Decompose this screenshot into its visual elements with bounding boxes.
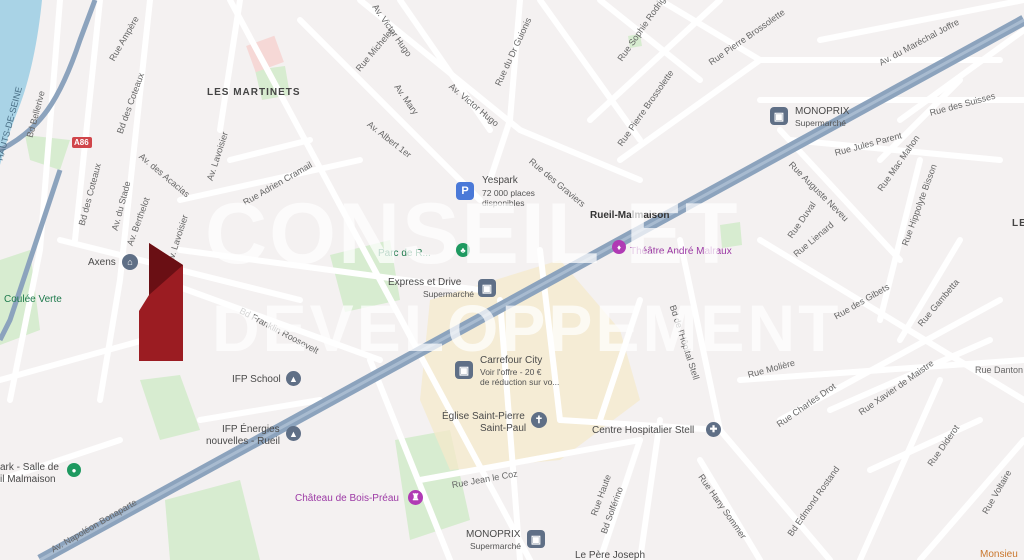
watermark-line2: DEVELOPPEMENT [212, 291, 842, 365]
shopping-cart-icon[interactable]: ▣ [527, 530, 545, 548]
poi-pere-joseph[interactable]: Le Père Joseph [575, 550, 645, 560]
poi-monoprix-top-sub: Supermarché [795, 118, 847, 128]
poi-chateau[interactable]: Château de Bois-Préau [295, 493, 399, 504]
poi-monsieur[interactable]: Monsieu [980, 549, 1018, 560]
park-area [165, 480, 260, 560]
poi-monoprix-top-name[interactable]: MONOPRIX [795, 106, 849, 117]
poi-eglise-2: Saint-Paul [480, 423, 527, 434]
watermark-line1: CONSEIL ET [205, 186, 740, 282]
poi-monoprix-bottom-name[interactable]: MONOPRIX [466, 529, 520, 540]
church-icon[interactable]: ✝ [531, 412, 547, 428]
poi-centre-hospitalier[interactable]: Centre Hospitalier Stell [592, 425, 694, 436]
poi-carrefour-sub2: de réduction sur vo... [480, 377, 560, 387]
poi-monoprix-bottom-sub: Supermarché [470, 541, 522, 551]
poi-axens-name[interactable]: Axens [88, 257, 116, 268]
poi-ifp-school[interactable]: IFP School [232, 374, 281, 385]
district-les-martinets: LES MARTINETS [207, 87, 301, 98]
school-icon[interactable]: ▲ [286, 371, 301, 386]
castle-icon[interactable]: ♜ [408, 490, 423, 505]
park-area [140, 375, 200, 440]
map-canvas[interactable]: A86 LES MARTINETS LE Rue Ampère Bd des C… [0, 0, 1024, 560]
hospital-icon[interactable]: ✚ [706, 422, 721, 437]
school-icon[interactable]: ▲ [286, 426, 301, 441]
poi-parc-salle-2: il Malmaison [0, 474, 56, 485]
district-partial: LE [1012, 218, 1024, 229]
shopping-cart-icon[interactable]: ▣ [770, 107, 788, 125]
poi-parc-salle-1[interactable]: ark - Salle de [0, 462, 59, 473]
logo-mark [139, 203, 183, 361]
poi-ifp-energies-1[interactable]: IFP Énergies [222, 424, 280, 435]
poi-coulee-verte[interactable]: Coulée Verte [4, 294, 62, 305]
street-label: Rue Danton [975, 365, 1024, 375]
poi-eglise-1[interactable]: Église Saint-Pierre [442, 411, 525, 422]
a86-label: A86 [74, 138, 89, 147]
poi-ifp-energies-2: nouvelles - Rueil [206, 436, 280, 447]
park-icon[interactable]: ● [67, 463, 81, 477]
building-icon[interactable]: ⌂ [122, 254, 138, 270]
